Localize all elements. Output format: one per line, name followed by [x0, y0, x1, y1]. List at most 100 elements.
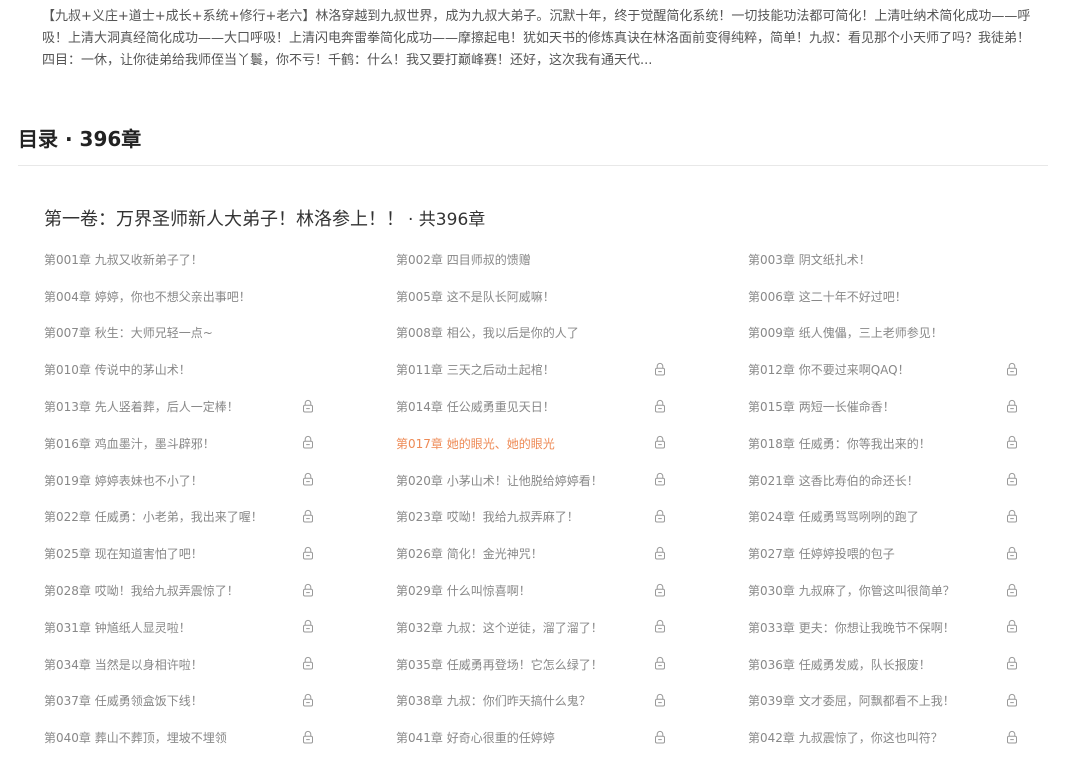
chapter-item[interactable]: 第026章 简化！金光神咒！	[396, 535, 748, 572]
lock-icon	[302, 435, 314, 449]
lock-icon	[1006, 546, 1018, 560]
chapter-title: 第022章 任威勇：小老弟，我出来了喔！	[44, 510, 263, 525]
chapter-item[interactable]: 第030章 九叔麻了，你管这叫很简单？	[748, 572, 1044, 609]
chapter-item[interactable]: 第011章 三天之后动土起棺！	[396, 351, 748, 388]
chapter-item[interactable]: 第040章 葬山不葬顶，埋坡不埋领	[44, 719, 396, 756]
lock-icon	[302, 546, 314, 560]
chapter-title: 第033章 更夫：你想让我晚节不保啊！	[748, 620, 955, 635]
chapter-title: 第031章 钟馗纸人显灵啦！	[44, 620, 191, 635]
lock-icon	[654, 656, 666, 670]
lock-icon	[1006, 619, 1018, 633]
chapter-item[interactable]: 第018章 任威勇：你等我出来的！	[748, 425, 1044, 462]
chapter-item[interactable]: 第003章 阴文纸扎术！	[748, 241, 1044, 278]
lock-icon	[654, 546, 666, 560]
chapter-item[interactable]: 第041章 好奇心很重的任婷婷	[396, 719, 748, 756]
chapter-title: 第036章 任威勇发威，队长报废！	[748, 657, 931, 672]
chapter-item[interactable]: 第008章 相公，我以后是你的人了	[396, 315, 748, 352]
chapter-item[interactable]: 第022章 任威勇：小老弟，我出来了喔！	[44, 499, 396, 536]
toc-heading: 目录 · 396章	[18, 127, 142, 151]
chapter-item[interactable]: 第001章 九叔又收新弟子了！	[44, 241, 396, 278]
chapter-item[interactable]: 第015章 两短一长催命香！	[748, 388, 1044, 425]
lock-icon	[302, 399, 314, 413]
chapter-item[interactable]: 第007章 秋生：大师兄轻一点~	[44, 315, 396, 352]
lock-icon	[1006, 583, 1018, 597]
chapter-title: 第002章 四目师叔的馈赠	[396, 252, 531, 267]
lock-icon	[654, 509, 666, 523]
lock-icon	[654, 619, 666, 633]
chapter-item[interactable]: 第006章 这二十年不好过吧！	[748, 278, 1044, 315]
chapter-title: 第018章 任威勇：你等我出来的！	[748, 436, 931, 451]
toc-divider	[18, 165, 1048, 166]
chapter-title: 第009章 纸人傀儡，三上老师参见！	[748, 326, 943, 341]
lock-icon	[654, 472, 666, 486]
chapter-item[interactable]: 第023章 哎呦！我给九叔弄麻了！	[396, 499, 748, 536]
novel-detail-page: 【九叔+义庄+道士+成长+系统+修行+老六】林洛穿越到九叔世界，成为九叔大弟子。…	[0, 0, 1080, 772]
chapter-item[interactable]: 第020章 小茅山术！让他脱给婷婷看！	[396, 462, 748, 499]
chapter-title: 第024章 任威勇骂骂咧咧的跑了	[748, 510, 919, 525]
chapter-item[interactable]: 第004章 婷婷，你也不想父亲出事吧！	[44, 278, 396, 315]
chapter-item[interactable]: 第021章 这香比寿伯的命还长！	[748, 462, 1044, 499]
chapter-item[interactable]: 第028章 哎呦！我给九叔弄震惊了！	[44, 572, 396, 609]
chapter-title: 第017章 她的眼光、她的眼光	[396, 436, 555, 451]
volume-title: 第一卷：万界圣师新人大弟子！林洛参上！！ · 共396章	[44, 206, 485, 234]
chapter-title: 第014章 任公威勇重见天日！	[396, 400, 555, 415]
chapter-title: 第039章 文才委屈，阿飘都看不上我！	[748, 694, 955, 709]
chapter-title: 第020章 小茅山术！让他脱给婷婷看！	[396, 473, 603, 488]
chapter-title: 第023章 哎呦！我给九叔弄麻了！	[396, 510, 579, 525]
chapter-item[interactable]: 第009章 纸人傀儡，三上老师参见！	[748, 315, 1044, 352]
chapter-list: 第001章 九叔又收新弟子了！ 第002章 四目师叔的馈赠 第003章 阴文纸扎术！…	[44, 241, 1044, 756]
chapter-title: 第025章 现在知道害怕了吧！	[44, 547, 203, 562]
chapter-item[interactable]: 第035章 任威勇再登场！它怎么绿了！	[396, 646, 748, 683]
chapter-title: 第016章 鸡血墨汁，墨斗辟邪！	[44, 436, 215, 451]
chapter-item[interactable]: 第010章 传说中的茅山术！	[44, 351, 396, 388]
chapter-item[interactable]: 第036章 任威勇发威，队长报废！	[748, 646, 1044, 683]
chapter-item[interactable]: 第037章 任威勇领盒饭下线！	[44, 683, 396, 720]
chapter-title: 第029章 什么叫惊喜啊！	[396, 584, 531, 599]
chapter-item[interactable]: 第016章 鸡血墨汁，墨斗辟邪！	[44, 425, 396, 462]
lock-icon	[654, 730, 666, 744]
chapter-item[interactable]: 第005章 这不是队长阿威嘛！	[396, 278, 748, 315]
chapter-item[interactable]: 第029章 什么叫惊喜啊！	[396, 572, 748, 609]
chapter-title: 第013章 先人竖着葬，后人一定棒！	[44, 400, 239, 415]
chapter-item[interactable]: 第031章 钟馗纸人显灵啦！	[44, 609, 396, 646]
chapter-item[interactable]: 第027章 任婷婷投喂的包子	[748, 535, 1044, 572]
chapter-item[interactable]: 第034章 当然是以身相许啦！	[44, 646, 396, 683]
chapter-title: 第041章 好奇心很重的任婷婷	[396, 731, 555, 746]
lock-icon	[302, 509, 314, 523]
chapter-title: 第035章 任威勇再登场！它怎么绿了！	[396, 657, 603, 672]
lock-icon	[302, 583, 314, 597]
chapter-item[interactable]: 第038章 九叔：你们昨天搞什么鬼？	[396, 683, 748, 720]
chapter-title: 第019章 婷婷表妹也不小了！	[44, 473, 203, 488]
chapter-title: 第005章 这不是队长阿威嘛！	[396, 289, 555, 304]
volume-chapter-count: · 共396章	[408, 210, 486, 230]
chapter-item[interactable]: 第032章 九叔：这个逆徒，溜了溜了！	[396, 609, 748, 646]
chapter-item[interactable]: 第024章 任威勇骂骂咧咧的跑了	[748, 499, 1044, 536]
chapter-title: 第006章 这二十年不好过吧！	[748, 289, 907, 304]
lock-icon	[302, 619, 314, 633]
chapter-item[interactable]: 第019章 婷婷表妹也不小了！	[44, 462, 396, 499]
chapter-title: 第034章 当然是以身相许啦！	[44, 657, 203, 672]
chapter-item[interactable]: 第002章 四目师叔的馈赠	[396, 241, 748, 278]
chapter-item[interactable]: 第013章 先人竖着葬，后人一定棒！	[44, 388, 396, 425]
chapter-title: 第026章 简化！金光神咒！	[396, 547, 543, 562]
lock-icon	[1006, 730, 1018, 744]
chapter-item[interactable]: 第033章 更夫：你想让我晚节不保啊！	[748, 609, 1044, 646]
volume-title-text: 第一卷：万界圣师新人大弟子！林洛参上！！	[44, 209, 404, 230]
lock-icon	[1006, 693, 1018, 707]
chapter-title: 第011章 三天之后动土起棺！	[396, 363, 555, 378]
chapter-item[interactable]: 第039章 文才委屈，阿飘都看不上我！	[748, 683, 1044, 720]
chapter-title: 第012章 你不要过来啊QAQ！	[748, 363, 910, 378]
chapter-title: 第010章 传说中的茅山术！	[44, 363, 191, 378]
lock-icon	[302, 730, 314, 744]
lock-icon	[654, 362, 666, 376]
chapter-item[interactable]: 第025章 现在知道害怕了吧！	[44, 535, 396, 572]
lock-icon	[302, 656, 314, 670]
chapter-item[interactable]: 第017章 她的眼光、她的眼光	[396, 425, 748, 462]
chapter-item[interactable]: 第014章 任公威勇重见天日！	[396, 388, 748, 425]
chapter-item[interactable]: 第012章 你不要过来啊QAQ！	[748, 351, 1044, 388]
lock-icon	[302, 472, 314, 486]
book-synopsis: 【九叔+义庄+道士+成长+系统+修行+老六】林洛穿越到九叔世界，成为九叔大弟子。…	[42, 9, 1031, 68]
chapter-title: 第028章 哎呦！我给九叔弄震惊了！	[44, 584, 239, 599]
chapter-item[interactable]: 第042章 九叔震惊了，你这也叫符？	[748, 719, 1044, 756]
chapter-title: 第003章 阴文纸扎术！	[748, 252, 871, 267]
